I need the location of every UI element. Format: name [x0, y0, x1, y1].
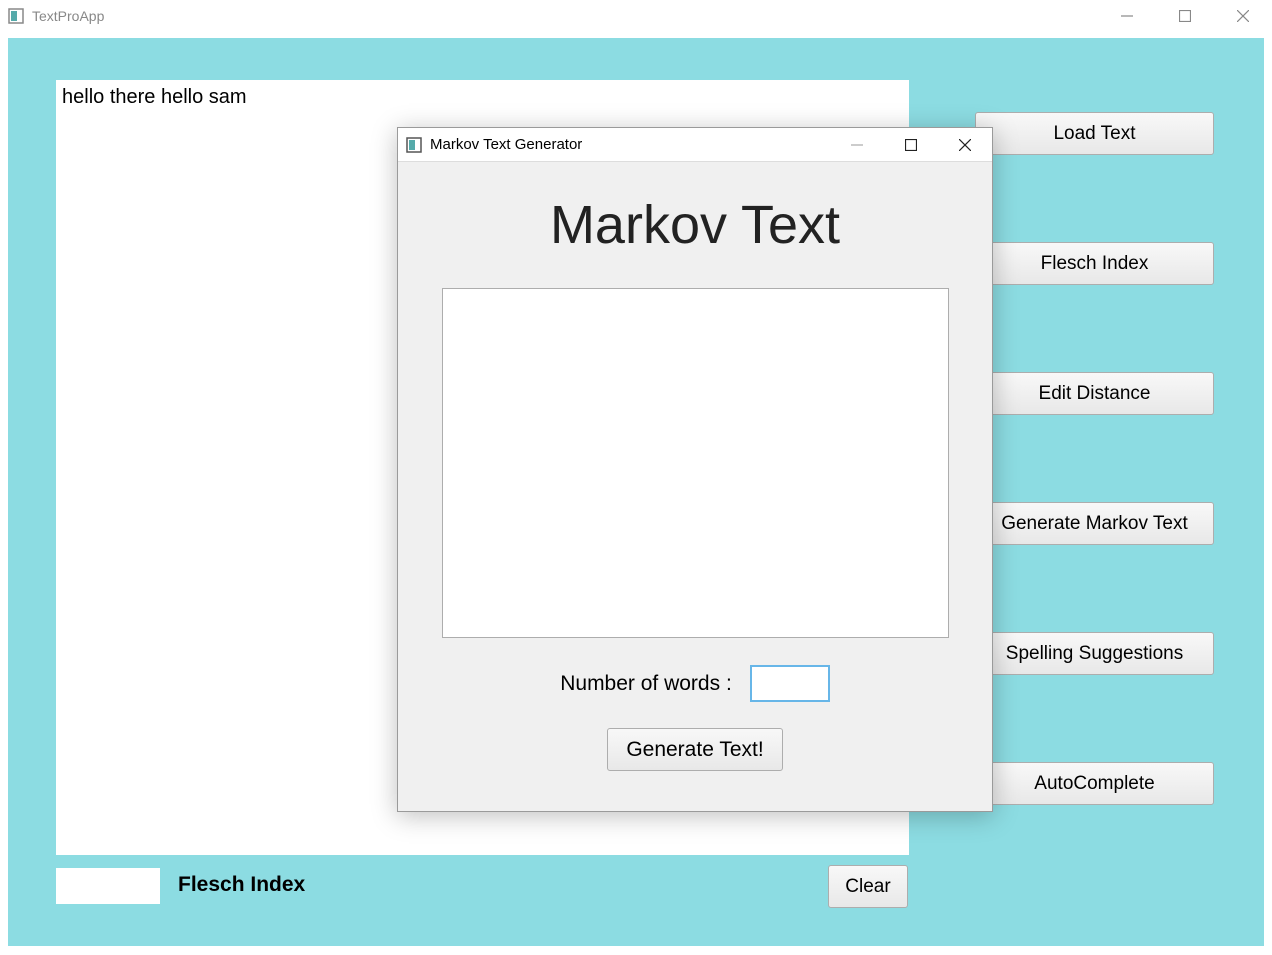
- dialog-app-icon: [406, 137, 422, 153]
- dialog-heading: Markov Text: [398, 194, 992, 256]
- spelling-suggestions-button[interactable]: Spelling Suggestions: [975, 632, 1214, 675]
- dialog-body: Markov Text Number of words : Generate T…: [398, 162, 992, 771]
- num-words-row: Number of words :: [398, 665, 992, 702]
- flesch-label: Flesch Index: [178, 873, 305, 897]
- app-icon: [8, 8, 24, 24]
- dialog-window-controls: [830, 128, 992, 162]
- edit-distance-button[interactable]: Edit Distance: [975, 372, 1214, 415]
- dialog-titlebar[interactable]: Markov Text Generator: [398, 128, 992, 162]
- dialog-maximize-button[interactable]: [884, 128, 938, 162]
- generate-markov-button[interactable]: Generate Markov Text: [975, 502, 1214, 545]
- app-title: TextProApp: [32, 8, 104, 24]
- main-window-controls: [1098, 0, 1272, 32]
- markov-output-textarea[interactable]: [442, 288, 949, 638]
- flesch-index-button[interactable]: Flesch Index: [975, 242, 1214, 285]
- autocomplete-button[interactable]: AutoComplete: [975, 762, 1214, 805]
- generate-text-button[interactable]: Generate Text!: [607, 728, 783, 771]
- load-text-button[interactable]: Load Text: [975, 112, 1214, 155]
- clear-button[interactable]: Clear: [828, 865, 908, 908]
- main-titlebar[interactable]: TextProApp: [0, 0, 1272, 32]
- close-button[interactable]: [1214, 0, 1272, 32]
- dialog-close-button[interactable]: [938, 128, 992, 162]
- markov-dialog: Markov Text Generator Markov Text Number…: [397, 127, 993, 812]
- num-words-input[interactable]: [750, 665, 830, 702]
- dialog-title: Markov Text Generator: [430, 136, 582, 153]
- main-window: TextProApp Load Text Flesch Index Edit D…: [0, 0, 1272, 955]
- flesch-output-box: [56, 868, 160, 904]
- num-words-label: Number of words :: [560, 672, 732, 696]
- maximize-button[interactable]: [1156, 0, 1214, 32]
- dialog-minimize-button[interactable]: [830, 128, 884, 162]
- right-button-column: Load Text Flesch Index Edit Distance Gen…: [975, 112, 1214, 805]
- minimize-button[interactable]: [1098, 0, 1156, 32]
